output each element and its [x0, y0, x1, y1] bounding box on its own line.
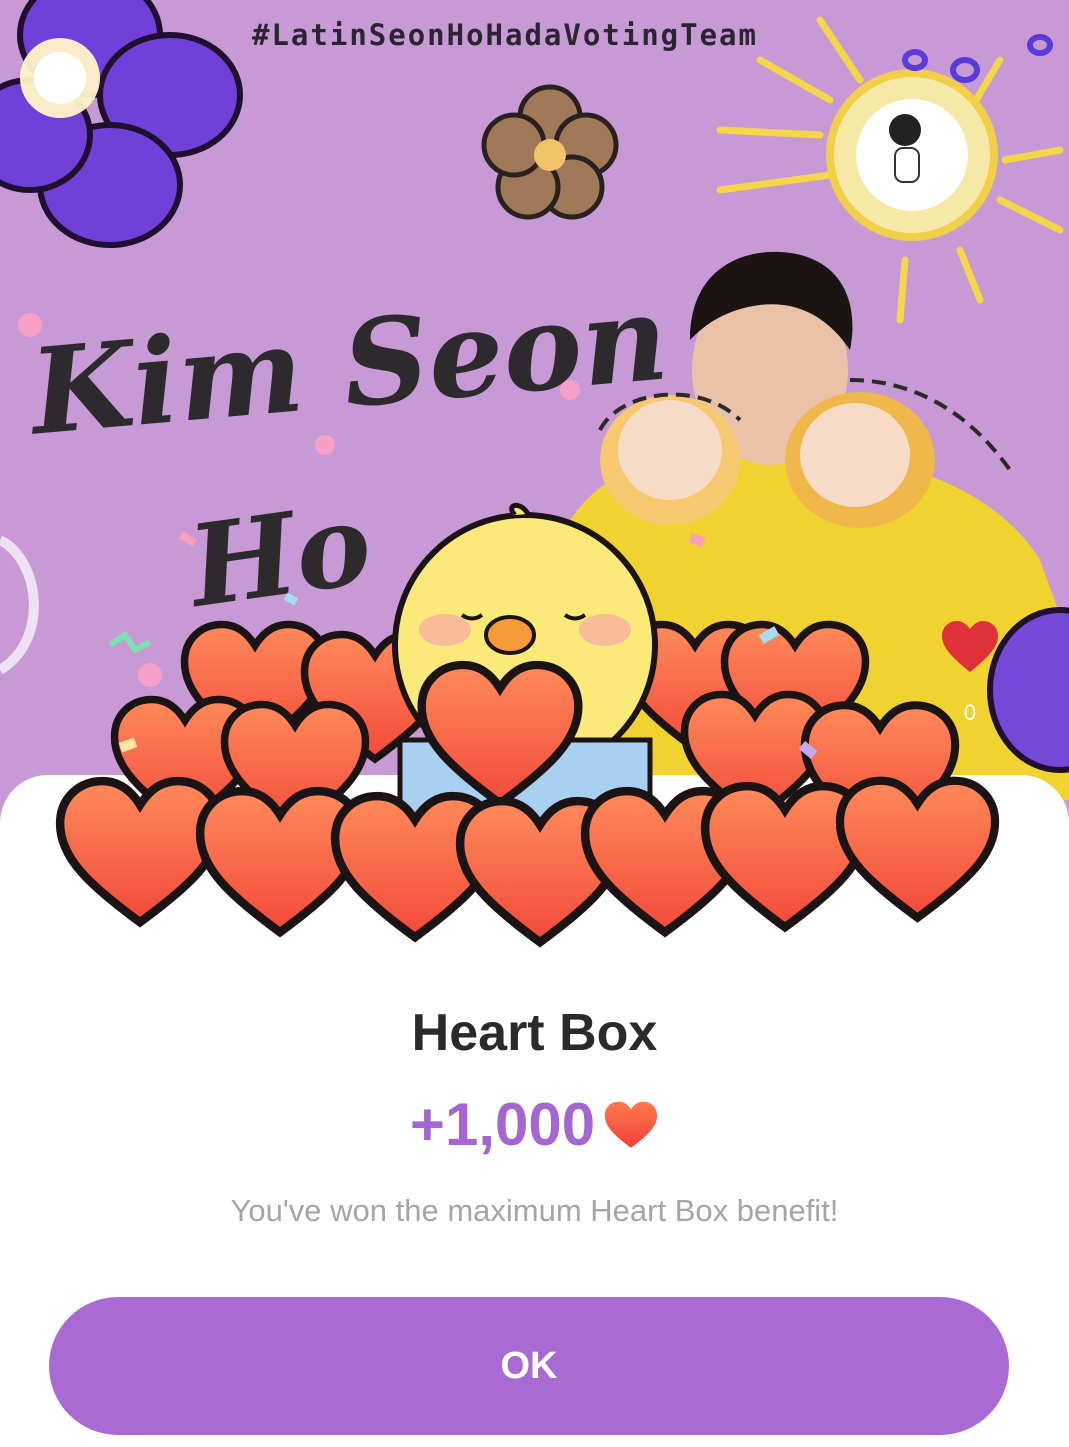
reward-amount-row: +1,000 [0, 1090, 1069, 1159]
heart-icon [604, 1101, 658, 1148]
team-logo-icon [826, 69, 998, 241]
banner-hashtag: #LatinSeonHoHadaVotingTeam [252, 18, 758, 52]
heart-pile-illustration [0, 503, 1069, 960]
reward-amount: +1,000 [409, 1091, 596, 1158]
dialog-message: You've won the maximum Heart Box benefit… [230, 1193, 839, 1228]
dialog-title: Heart Box [411, 1004, 658, 1062]
ok-button[interactable]: OK [49, 1297, 1009, 1435]
